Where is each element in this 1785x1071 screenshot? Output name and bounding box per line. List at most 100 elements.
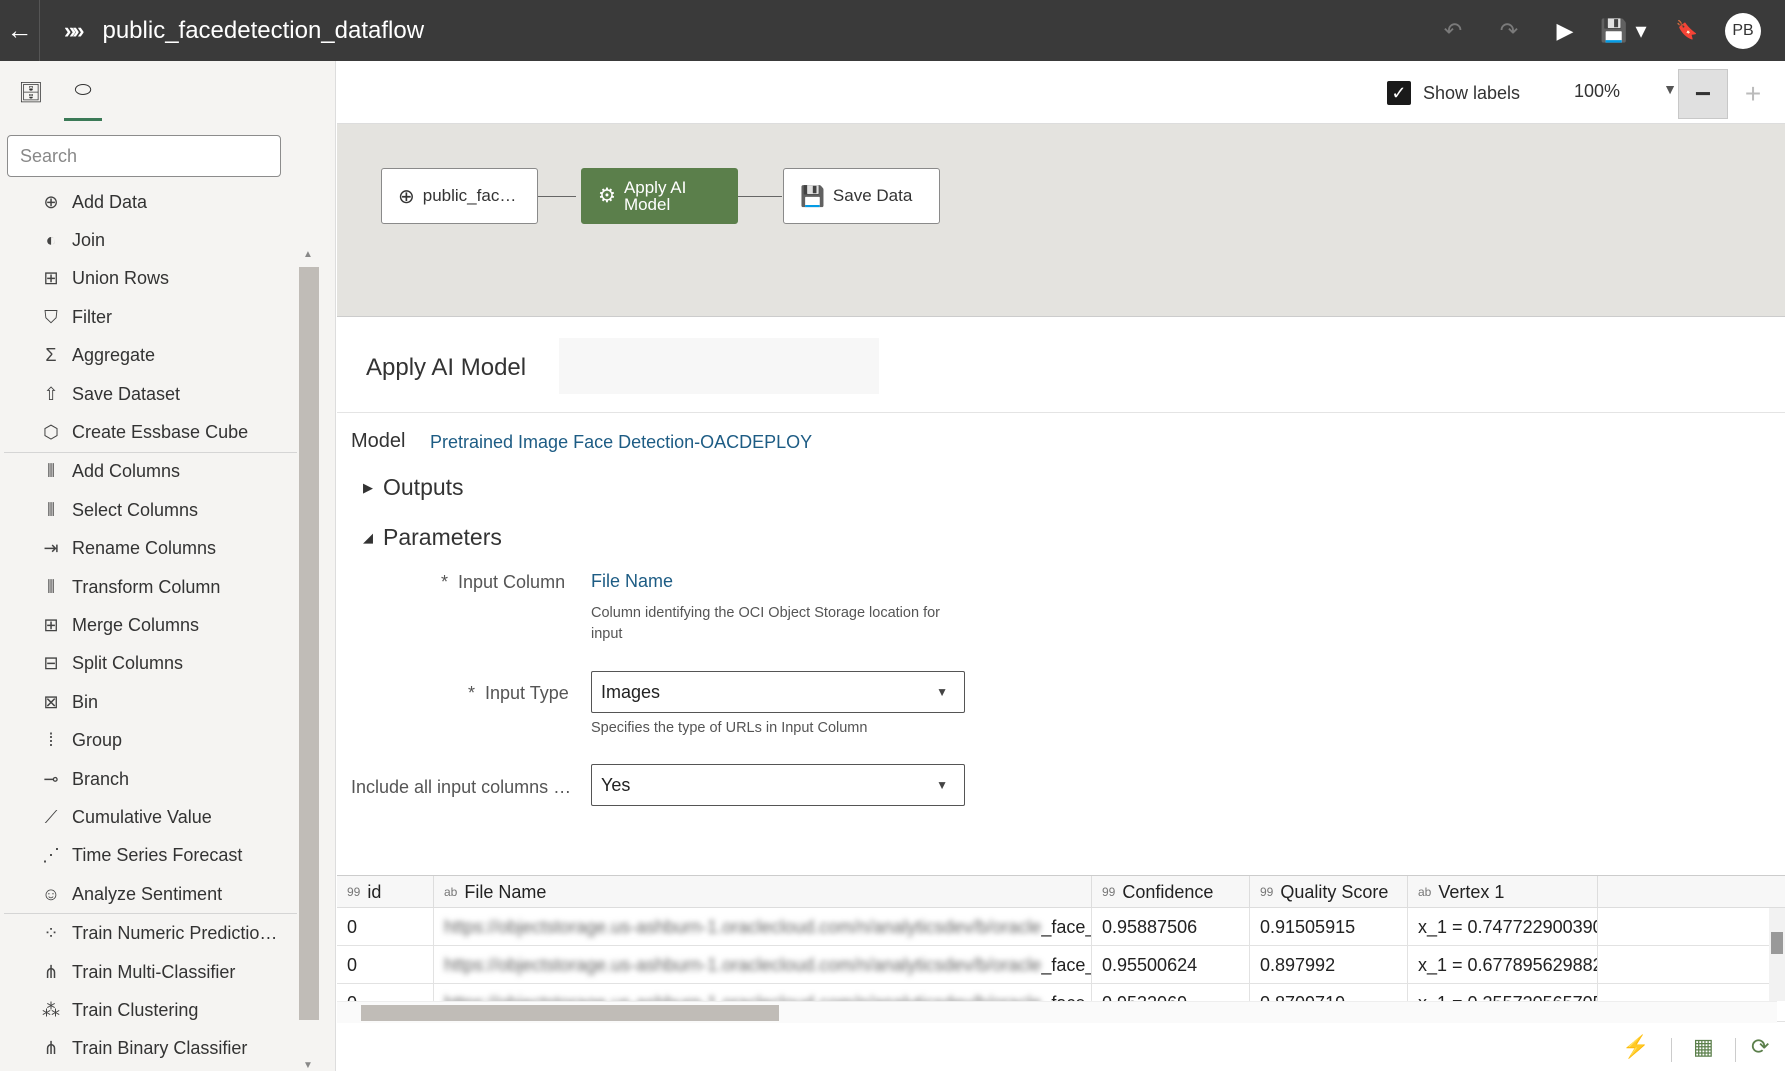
column-header[interactable]: ab File Name (434, 876, 1092, 908)
scroll-down-icon[interactable]: ▼ (303, 1060, 313, 1071)
column-header[interactable]: 99 id (337, 876, 434, 908)
table-cell: 0.95500624 (1092, 946, 1250, 984)
save-dropdown-icon[interactable]: ▾ (1629, 0, 1653, 61)
input-type-select[interactable]: Images ▼ (591, 671, 965, 713)
step-item[interactable]: Σ Aggregate (0, 337, 297, 375)
step-item[interactable]: ⁘ Train Numeric Predictio… (0, 914, 297, 952)
step-item[interactable]: ⁞ Group (0, 721, 297, 759)
step-item[interactable]: ⁂ Train Clustering (0, 991, 297, 1029)
step-item[interactable]: ⛉ Filter (0, 298, 297, 336)
step-label: Split Columns (72, 653, 184, 674)
connector-line (738, 196, 782, 197)
input-column-label: * Input Column (441, 572, 566, 592)
expanded-triangle-icon: ◢ (363, 529, 373, 545)
table-horizontal-scrollbar[interactable] (337, 1001, 1777, 1023)
column-header[interactable]: 99 Confidence (1092, 876, 1250, 908)
node-save-data[interactable]: 💾 Save Data (783, 168, 940, 224)
step-label: Time Series Forecast (72, 845, 243, 866)
input-column-help: Column identifying the OCI Object Storag… (591, 605, 940, 642)
step-label: Branch (72, 768, 130, 789)
step-item[interactable]: ☺ Analyze Sentiment (0, 875, 297, 913)
step-item[interactable]: ◐ Join (0, 221, 297, 259)
table-view-icon[interactable]: ▦ (1693, 1034, 1714, 1060)
step-icon: ⋔ (43, 1038, 59, 1059)
zoom-level[interactable]: 100% (1557, 69, 1637, 113)
table-vertical-scrollbar[interactable] (1769, 908, 1785, 1001)
node-source-dataset[interactable]: ⊕ public_fac… (381, 168, 538, 224)
input-column-value[interactable]: File Name (591, 571, 673, 592)
parameters-section-toggle[interactable]: ◢ Parameters (363, 524, 502, 551)
step-label: Train Binary Classifier (72, 1038, 248, 1059)
column-header[interactable]: ab Vertex 1 (1408, 876, 1598, 908)
auto-apply-icon[interactable]: ⚡ (1622, 1034, 1649, 1060)
outputs-section-toggle[interactable]: ▶ Outputs (363, 474, 464, 501)
bookmark-icon[interactable]: 🔖 (1665, 0, 1709, 61)
show-labels-toggle[interactable]: ✓ Show labels (1386, 81, 1520, 105)
column-name: id (367, 881, 382, 902)
step-item[interactable]: ⊞ Merge Columns (0, 606, 297, 644)
table-row[interactable]: 0 https://objectstorage.us-ashburn-1.orac… (337, 946, 1785, 984)
outputs-label: Outputs (383, 474, 464, 500)
step-icon: ⊕ (43, 191, 59, 212)
ai-model-icon: ⚙ (598, 184, 616, 207)
column-header[interactable]: 99 Quality Score (1250, 876, 1408, 908)
node-apply-ai-model[interactable]: ⚙ Apply AI Model (581, 168, 738, 224)
step-label: Analyze Sentiment (72, 883, 223, 904)
show-labels-checkbox[interactable]: ✓ (1386, 81, 1411, 105)
preview-status-bar: ⚡ ▦ ⟳ (337, 1026, 1785, 1071)
step-item[interactable]: ⇧ Save Dataset (0, 375, 297, 413)
search-input[interactable] (7, 135, 281, 177)
step-item[interactable]: ⬡ Create Essbase Cube (0, 413, 297, 451)
step-item[interactable]: ⋔ Train Binary Classifier (0, 1030, 297, 1068)
table-vertical-thumb[interactable] (1771, 932, 1783, 954)
step-item[interactable]: ⊸ Branch (0, 760, 297, 798)
save-icon[interactable]: 💾 (1599, 0, 1629, 61)
step-item[interactable]: ⋰ Time Series Forecast (0, 837, 297, 875)
step-item[interactable]: ⊞ Union Rows (0, 260, 297, 298)
step-item[interactable]: ⫴ Select Columns (0, 491, 297, 529)
node-label: Apply AI Model (623, 178, 687, 214)
step-icon: ⊟ (43, 653, 59, 674)
step-item[interactable]: ⋔ Train Multi-Classifier (0, 953, 297, 991)
steps-scrollbar[interactable]: ▲ ▼ (299, 183, 319, 1071)
table-cell: https://objectstorage.us-ashburn-1.oracl… (434, 908, 1092, 946)
steps-scroll-thumb[interactable] (299, 267, 319, 1020)
scroll-up-icon[interactable]: ▲ (303, 249, 313, 260)
user-avatar[interactable]: PB (1725, 12, 1761, 49)
table-row[interactable]: 0 https://objectstorage.us-ashburn-1.orac… (337, 908, 1785, 946)
step-label: Transform Column (72, 576, 221, 597)
column-type-icon: 99 (1260, 885, 1274, 899)
step-icon: Σ (45, 345, 57, 366)
refresh-icon[interactable]: ⟳ (1751, 1034, 1769, 1060)
step-label: Add Data (72, 191, 148, 212)
step-description-field[interactable] (559, 338, 879, 394)
step-item[interactable]: ⟋ Cumulative Value (0, 798, 297, 836)
step-item[interactable]: ⫴ Add Columns (0, 453, 297, 491)
step-item[interactable]: ⇥ Rename Columns (0, 530, 297, 568)
include-columns-select[interactable]: Yes ▼ (591, 764, 965, 806)
redo-icon[interactable]: ↷ (1487, 0, 1531, 61)
model-link[interactable]: Pretrained Image Face Detection-OACDEPLO… (430, 432, 812, 453)
zoom-dropdown-icon[interactable]: ▼ (1663, 81, 1677, 97)
add-data-icon: ⊕ (398, 185, 415, 208)
data-preview-table: 99 id ab File Name 99 Confidence 99 Quality Sco… (337, 875, 1785, 1025)
input-type-value: Images (601, 681, 661, 702)
zoom-in-button[interactable]: + (1729, 69, 1777, 119)
step-icon: ◐ (45, 230, 57, 251)
step-icon: ⁘ (43, 923, 59, 944)
step-item[interactable]: ⊠ Bin (0, 683, 297, 721)
step-label: Train Numeric Predictio… (72, 923, 278, 944)
dataflow-canvas[interactable]: ⊕ public_fac… ⚙ Apply AI Model 💾 Save Da… (337, 124, 1785, 317)
step-item[interactable]: ⫴ Transform Column (0, 568, 297, 606)
data-tab-icon[interactable]: 🗄 (12, 63, 50, 121)
step-item[interactable]: ⊟ Split Columns (0, 645, 297, 683)
undo-icon[interactable]: ↶ (1431, 0, 1475, 61)
run-icon[interactable]: ▶ (1543, 0, 1587, 61)
zoom-out-button[interactable]: − (1678, 69, 1728, 119)
column-name: File Name (464, 881, 547, 902)
steps-tab-icon[interactable]: ⬭ (64, 63, 102, 121)
step-label: Cumulative Value (72, 806, 212, 827)
step-item[interactable]: ⊕ Add Data (0, 183, 297, 221)
table-horizontal-thumb[interactable] (361, 1005, 779, 1021)
back-arrow-icon[interactable]: ← (0, 0, 40, 61)
